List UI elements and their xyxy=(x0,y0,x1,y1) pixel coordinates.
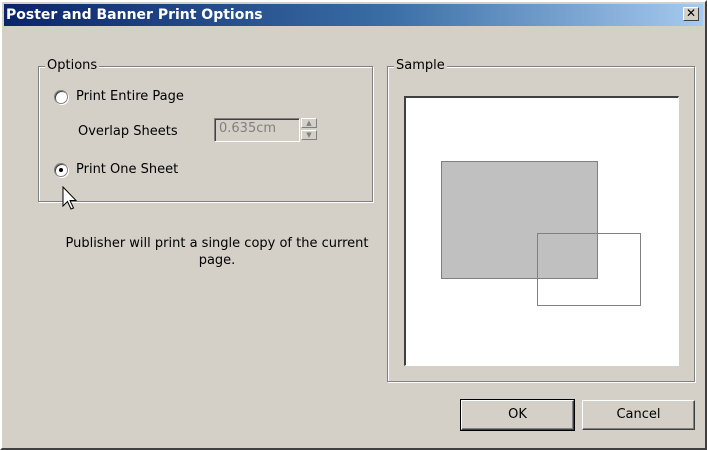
radio-button-unchecked[interactable] xyxy=(54,89,68,104)
spin-up-button[interactable]: ▲ xyxy=(301,118,317,128)
options-legend: Options xyxy=(45,58,100,74)
cancel-button[interactable]: Cancel xyxy=(582,400,695,430)
radio-button-checked[interactable] xyxy=(54,162,68,177)
print-one-sheet-label: Print One Sheet xyxy=(76,162,179,177)
sample-legend: Sample xyxy=(394,58,447,74)
print-entire-page-label: Print Entire Page xyxy=(76,89,184,104)
sample-preview xyxy=(404,96,679,366)
close-button[interactable]: ✕ xyxy=(683,7,699,21)
print-options-dialog: Poster and Banner Print Options ✕ Option… xyxy=(0,0,707,450)
window-title: Poster and Banner Print Options xyxy=(6,7,263,23)
spin-down-button[interactable]: ▼ xyxy=(301,130,317,140)
close-icon: ✕ xyxy=(685,6,697,20)
ok-button[interactable]: OK xyxy=(460,399,575,431)
print-one-sheet-radio[interactable]: Print One Sheet xyxy=(54,162,178,177)
overlap-sheets-input[interactable]: 0.635cm xyxy=(214,118,300,142)
title-bar[interactable]: Poster and Banner Print Options ✕ xyxy=(4,4,703,26)
description-text: Publisher will print a single copy of th… xyxy=(65,236,369,268)
print-entire-page-radio[interactable]: Print Entire Page xyxy=(54,89,184,104)
overlap-sheets-label: Overlap Sheets xyxy=(78,124,178,139)
sample-page-outline xyxy=(537,233,641,306)
mouse-pointer-icon xyxy=(62,186,78,210)
